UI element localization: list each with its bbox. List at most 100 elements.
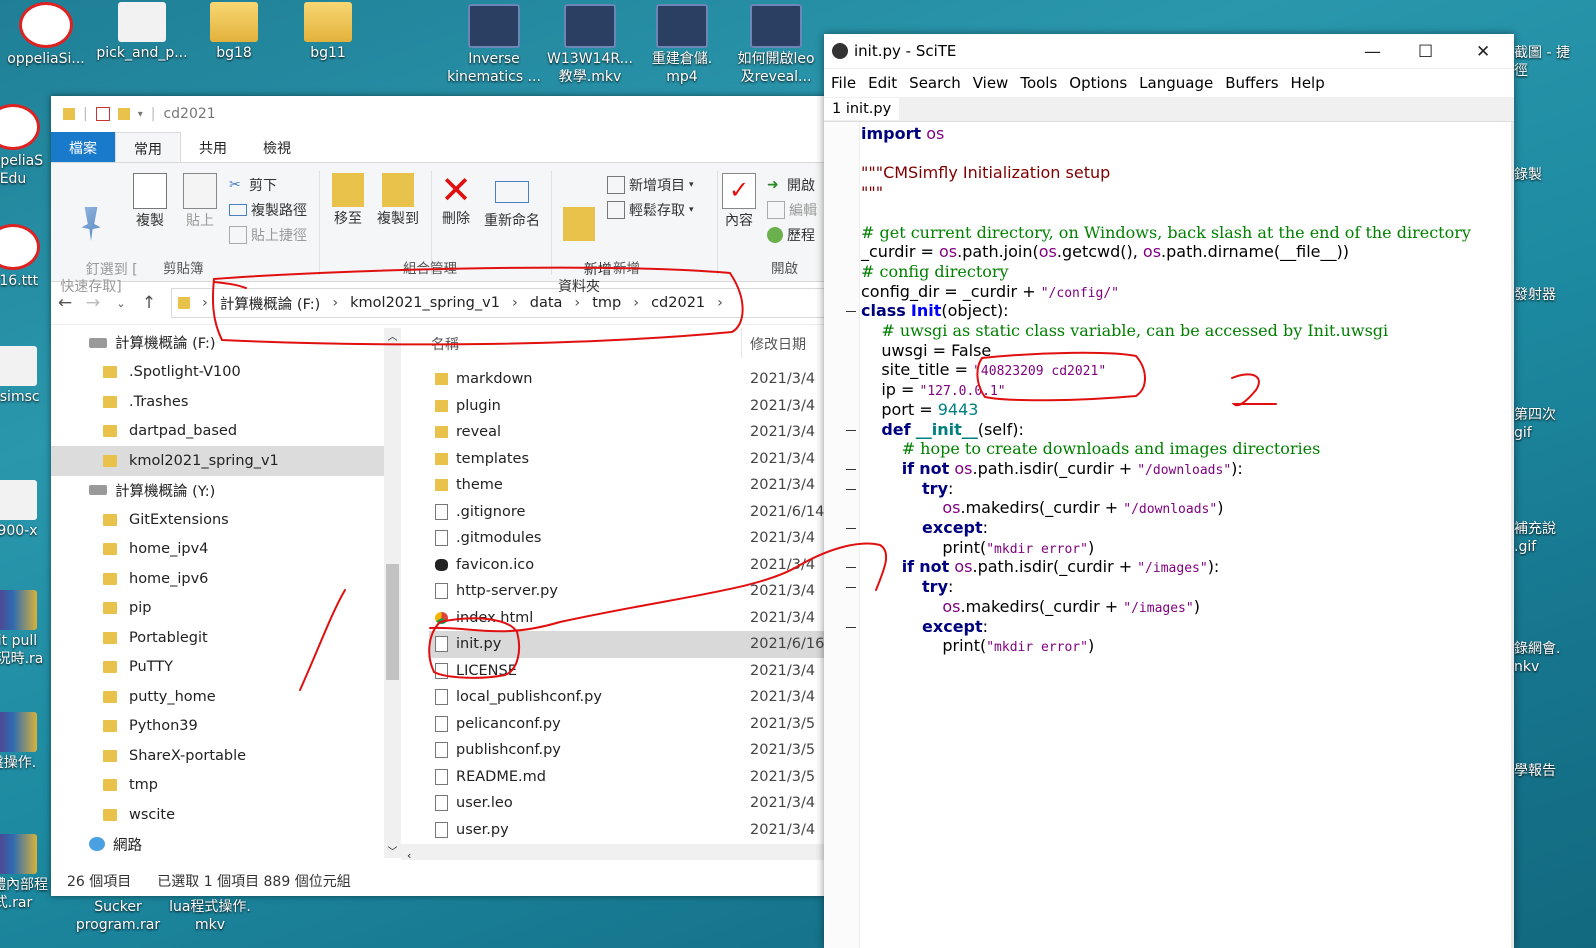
new-folder-button[interactable]: 新增 資料夾	[557, 173, 612, 313]
code-line[interactable]: # get current directory, on Windows, bac…	[861, 223, 1471, 243]
file-row[interactable]: publishconf.py 2021/3/5	[429, 737, 838, 764]
file-row[interactable]: favicon.ico 2021/3/4	[429, 552, 838, 579]
desktop-icon[interactable]: Sucker program.rar	[72, 898, 164, 934]
properties-button[interactable]: ✓ 內容	[719, 173, 759, 230]
code-line[interactable]: uwsgi = False	[861, 341, 991, 361]
fold-marker[interactable]	[846, 468, 856, 470]
cut-button[interactable]: ✂ 剪下	[229, 175, 277, 195]
tab-view[interactable]: 檢視	[245, 132, 309, 162]
scroll-up-icon[interactable]: ︿	[384, 328, 401, 343]
menu-item[interactable]: Options	[1069, 74, 1127, 92]
file-row[interactable]: .gitmodules 2021/3/4	[429, 525, 838, 552]
code-line[interactable]: # uwsgi as static class variable, can be…	[861, 321, 1388, 341]
copy-button[interactable]: 複製	[129, 173, 171, 230]
nav-item[interactable]: wscite	[51, 800, 384, 830]
file-row[interactable]: LICENSE 2021/3/4	[429, 658, 838, 685]
desktop-icon[interactable]: 軟體內部程 式.rar	[0, 834, 56, 912]
fold-marker[interactable]	[846, 488, 856, 490]
menu-item[interactable]: Help	[1291, 74, 1325, 92]
close-button[interactable]: ✕	[1476, 42, 1490, 62]
desktop-icon[interactable]: oppeliaS Edu	[0, 104, 56, 188]
nav-item[interactable]: home_ipv6	[51, 564, 384, 594]
pin-quick-access-button[interactable]: 釘選到 [ 快速存取]	[59, 173, 138, 313]
nav-scrollbar[interactable]: ︿ ﹀	[384, 328, 401, 858]
code-line[interactable]: """CMSimfly Initialization setup	[861, 163, 1110, 183]
move-to-button[interactable]: 移至	[327, 173, 369, 228]
desktop-icon[interactable]: git pull 狀況時.ra	[0, 590, 56, 668]
menu-item[interactable]: View	[973, 74, 1009, 92]
open-button[interactable]: ➜ 開啟	[767, 175, 815, 195]
nav-item[interactable]: kmol2021_spring_v1	[51, 446, 384, 476]
fold-marker[interactable]	[846, 626, 856, 628]
up-arrow-icon[interactable]: ↑	[135, 293, 163, 313]
paste-button[interactable]: 貼上	[179, 173, 221, 230]
code-line[interactable]: _curdir = os.path.join(os.getcwd(), os.p…	[861, 242, 1349, 262]
menu-item[interactable]: Buffers	[1225, 74, 1278, 92]
edit-button[interactable]: 編輯	[767, 200, 817, 220]
menu-item[interactable]: Edit	[868, 74, 897, 92]
code-line[interactable]: import os	[861, 124, 944, 144]
history-button[interactable]: 歷程	[767, 225, 815, 245]
code-line[interactable]: os.makedirs(_curdir + "/images")	[861, 597, 1200, 617]
paste-shortcut-button[interactable]: 貼上捷徑	[229, 225, 307, 245]
menu-item[interactable]: File	[831, 74, 856, 92]
code-line[interactable]: site_title = "40823209 cd2021"	[861, 360, 1106, 380]
nav-item[interactable]: PuTTY	[51, 653, 384, 683]
breadcrumb-cd2021[interactable]: cd2021	[651, 295, 705, 311]
horizontal-scrollbar[interactable]: ‹	[401, 844, 838, 862]
checkbox-icon[interactable]	[95, 107, 110, 121]
desktop-icon[interactable]: w16.ttt	[0, 224, 56, 290]
column-name[interactable]: 名稱	[431, 334, 459, 354]
code-line[interactable]: # hope to create downloads and images di…	[861, 439, 1321, 459]
nav-item[interactable]: .Spotlight-V100	[51, 358, 384, 388]
desktop-icon[interactable]: 發射器	[1514, 286, 1596, 304]
file-row[interactable]: plugin 2021/3/4	[429, 393, 838, 420]
desktop-icon[interactable]: 盤操作.	[0, 712, 56, 772]
nav-item[interactable]: putty_home	[51, 682, 384, 712]
copy-path-button[interactable]: 複製路徑	[229, 200, 307, 220]
code-line[interactable]: except:	[861, 617, 988, 637]
copy-to-button[interactable]: 複製到	[373, 173, 423, 228]
maximize-button[interactable]: ☐	[1418, 42, 1433, 62]
code-line[interactable]: try:	[861, 479, 953, 499]
desktop-icon[interactable]: 學報告	[1514, 762, 1596, 780]
file-row[interactable]: .gitignore 2021/6/14	[429, 499, 838, 526]
code-line[interactable]: class Init(object):	[861, 301, 1009, 321]
delete-button[interactable]: ✕ 刪除	[435, 171, 477, 228]
code-line[interactable]: if not os.path.isdir(_curdir + "/images"…	[861, 557, 1220, 577]
code-line[interactable]: print("mkdir error")	[861, 636, 1094, 656]
code-line[interactable]: # config directory	[861, 262, 1009, 282]
code-line[interactable]: config_dir = _curdir + "/config/"	[861, 282, 1119, 302]
nav-item[interactable]: 計算機概論 (Y:)	[51, 476, 384, 506]
code-line[interactable]: if not os.path.isdir(_curdir + "/downloa…	[861, 459, 1243, 479]
desktop-icon[interactable]: 1900-x	[0, 480, 56, 540]
quick-access-dropdown-icon[interactable]: ▾	[138, 109, 143, 120]
fold-marker[interactable]	[846, 429, 856, 431]
fold-marker[interactable]	[846, 587, 856, 589]
scroll-left-icon[interactable]: ‹	[407, 849, 411, 862]
desktop-icon[interactable]: bg11	[256, 2, 400, 62]
code-line[interactable]: os.makedirs(_curdir + "/downloads")	[861, 498, 1223, 518]
code-line[interactable]: def __init__(self):	[861, 420, 1024, 440]
code-line[interactable]: """	[861, 183, 883, 203]
fold-marker[interactable]	[846, 311, 856, 313]
fold-marker[interactable]	[846, 567, 856, 569]
desktop-icon[interactable]: 錄製	[1514, 166, 1596, 184]
file-row[interactable]: user.py 2021/3/4	[429, 817, 838, 844]
nav-item[interactable]: dartpad_based	[51, 417, 384, 447]
file-row[interactable]: templates 2021/3/4	[429, 446, 838, 473]
file-row[interactable]: init.py 2021/6/16	[429, 631, 838, 658]
tab-init-py[interactable]: 1 init.py	[824, 98, 900, 120]
fold-marker[interactable]	[846, 528, 856, 529]
minimize-button[interactable]: —	[1364, 42, 1381, 62]
file-row[interactable]: theme 2021/3/4	[429, 472, 838, 499]
code-line[interactable]: port = 9443	[861, 400, 978, 420]
code-line[interactable]: except:	[861, 518, 988, 538]
tab-home[interactable]: 常用	[115, 132, 181, 162]
nav-item[interactable]: tmp	[51, 771, 384, 801]
file-row[interactable]: index.html 2021/3/4	[429, 605, 838, 632]
file-row[interactable]: pelicanconf.py 2021/3/5	[429, 711, 838, 738]
code-line[interactable]: print("mkdir error")	[861, 538, 1094, 558]
breadcrumb-kmol[interactable]: kmol2021_spring_v1	[350, 295, 500, 311]
desktop-icon[interactable]: 第四次 gif	[1514, 406, 1596, 442]
